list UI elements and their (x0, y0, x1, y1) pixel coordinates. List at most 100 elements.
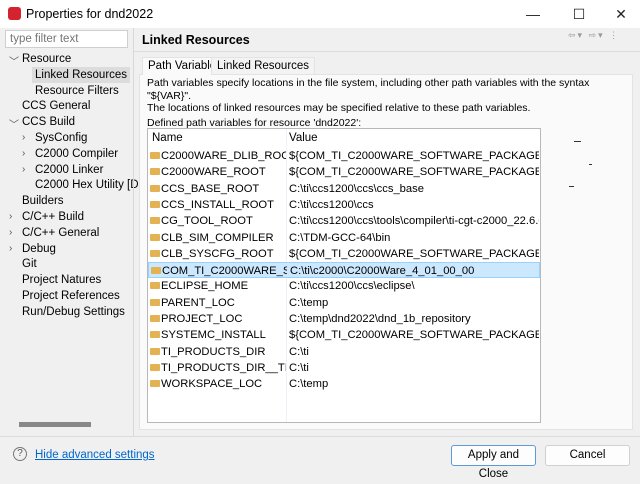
column-value[interactable]: Value (289, 129, 539, 147)
folder-icon (150, 363, 160, 371)
sidebar-item[interactable]: C/C++ Build (22, 209, 84, 225)
chevron-right-icon[interactable]: › (22, 148, 25, 159)
chevron-right-icon[interactable]: › (22, 132, 25, 143)
sidebar-scrollbar[interactable] (19, 422, 91, 427)
row-name: CCS_BASE_ROOT (150, 181, 286, 197)
sidebar-item[interactable]: C2000 Hex Utility [D (35, 177, 139, 193)
row-name-text: CG_TOOL_ROOT (161, 215, 253, 228)
help-icon[interactable]: ? (13, 447, 27, 461)
separator (0, 436, 640, 437)
table-header: Name Value (148, 129, 540, 147)
apply-and-close-button[interactable]: Apply and Close (451, 445, 536, 480)
sidebar-item[interactable]: C/C++ General (22, 225, 99, 241)
row-name: COM_TI_C2000WARE_SO... (151, 263, 287, 279)
sidebar-item[interactable]: Debug (22, 241, 56, 257)
table-row[interactable]: CCS_INSTALL_ROOT C:\ti\ccs1200\ccs (148, 197, 540, 213)
chevron-right-icon[interactable]: › (9, 227, 12, 238)
hide-advanced-settings-link[interactable]: Hide advanced settings (35, 449, 155, 461)
chevron-down-icon[interactable]: ﹀ (9, 116, 19, 131)
sidebar-item[interactable]: Resource (22, 51, 71, 67)
folder-icon (150, 380, 160, 388)
row-value: ${COM_TI_C2000WARE_SOFTWARE_PACKAGE_INST… (289, 150, 539, 162)
cancel-button[interactable]: Cancel (545, 445, 630, 466)
back-icon[interactable]: ⇦▾ (568, 30, 584, 40)
path-variables-table[interactable]: Name Value C2000WARE_DLIB_ROOT ${COM_TI_C… (147, 128, 541, 423)
table-row[interactable]: CLB_SIM_COMPILER C:\TDM-GCC-64\bin (148, 230, 540, 246)
description-line-1: Path variables specify locations in the … (147, 77, 590, 102)
row-name: C2000WARE_DLIB_ROOT (150, 148, 286, 164)
folder-icon (150, 315, 160, 322)
row-value: C:\ti\ccs1200\ccs (289, 198, 374, 211)
sidebar-item[interactable]: C2000 Linker (35, 162, 103, 178)
sidebar-item[interactable]: Git (22, 256, 37, 272)
row-value: ${COM_TI_C2000WARE_SOFTWARE_PACKAGE_INST… (289, 166, 539, 179)
row-value: ${COM_TI_C2000WARE_SOFTWARE_PACKAGE_INST… (289, 329, 539, 342)
chevron-right-icon[interactable]: › (9, 211, 12, 222)
row-name-text: PARENT_LOC (161, 296, 235, 309)
close-button[interactable]: ✕ (606, 4, 636, 24)
row-name: SYSTEMC_INSTALL (150, 327, 286, 343)
splitter[interactable] (133, 28, 134, 436)
row-value: C:\ti\ccs1200\ccs\eclipse\ (289, 280, 415, 293)
sidebar-item[interactable]: SysConfig (35, 130, 87, 146)
row-name: TI_PRODUCTS_DIR (150, 344, 286, 360)
sidebar-item[interactable]: CCS Build (22, 114, 75, 130)
table-row[interactable]: PARENT_LOC C:\temp (148, 295, 540, 311)
table-row[interactable]: COM_TI_C2000WARE_SO...C:\ti\c2000\C2000W… (148, 262, 540, 279)
row-name: CG_TOOL_ROOT (150, 213, 286, 229)
table-row[interactable]: ECLIPSE_HOME C:\ti\ccs1200\ccs\eclipse\ (148, 278, 540, 294)
dash-mark (589, 164, 592, 165)
chevron-right-icon[interactable]: › (9, 243, 12, 254)
row-name-text: C2000WARE_ROOT (161, 166, 266, 179)
row-name-text: TI_PRODUCTS_DIR (161, 345, 266, 358)
folder-icon (150, 331, 160, 339)
table-row[interactable]: TI_PRODUCTS_DIR__TIREXC:\ti (148, 360, 540, 376)
folder-icon (150, 233, 160, 241)
row-name-text: CLB_SIM_COMPILER (161, 231, 274, 244)
row-name-text: ECLIPSE_HOME (161, 280, 249, 293)
menu-icon[interactable]: ⋮ (609, 30, 620, 40)
row-value: ${COM_TI_C2000WARE_SOFTWARE_PACKAGE_INST… (289, 247, 539, 260)
table-row[interactable]: SYSTEMC_INSTALL ${COM_TI_C2000WARE_SOFTWA… (148, 327, 540, 343)
row-name-text: CCS_BASE_ROOT (161, 182, 260, 195)
window-title: Properties for dnd2022 (26, 7, 154, 21)
description-line-2: The locations of linked resources may be… (147, 102, 531, 114)
sidebar-item[interactable]: CCS General (22, 98, 90, 114)
table-row[interactable]: C2000WARE_ROOT ${COM_TI_C2000WARE_SOFTWAR… (148, 164, 540, 180)
table-row[interactable]: TI_PRODUCTS_DIR C:\ti (148, 344, 540, 360)
table-row[interactable]: C2000WARE_DLIB_ROOT ${COM_TI_C2000WARE_SO… (148, 148, 540, 164)
forward-icon[interactable]: ⇨▾ (589, 30, 605, 40)
sidebar-item[interactable]: Run/Debug Settings (22, 304, 125, 320)
column-name[interactable]: Name (152, 129, 288, 147)
app-icon (8, 7, 21, 20)
row-name-text: CLB_SYSCFG_ROOT (161, 247, 274, 260)
maximize-button[interactable]: ☐ (564, 4, 594, 24)
tab-linked-resources[interactable]: Linked Resources (211, 57, 316, 75)
table-row[interactable]: CG_TOOL_ROOT C:\ti\ccs1200\ccs\tools\comp… (148, 213, 540, 229)
sidebar-item[interactable]: C2000 Compiler (35, 146, 118, 162)
table-row[interactable]: CLB_SYSCFG_ROOT ${COM_TI_C2000WARE_SOFTWA… (148, 246, 540, 262)
sidebar-item[interactable]: Resource Filters (35, 83, 119, 99)
chevron-right-icon[interactable]: › (22, 164, 25, 175)
row-value: C:\TDM-GCC-64\bin (289, 231, 391, 244)
filter-input[interactable] (5, 30, 128, 48)
table-row[interactable]: PROJECT_LOC C:\temp\dnd2022\dnd_1b_reposi… (148, 311, 540, 327)
sidebar-item[interactable]: Project Natures (22, 272, 101, 288)
row-name-text: SYSTEMC_INSTALL (161, 329, 266, 342)
table-row[interactable]: CCS_BASE_ROOT C:\ti\ccs1200\ccs\ccs_base (148, 181, 540, 197)
row-name-text: TI_PRODUCTS_DIR__TIREX (161, 361, 286, 374)
sidebar-item[interactable]: Linked Resources (32, 66, 131, 83)
table-row[interactable]: WORKSPACE_LOC C:\temp (148, 376, 540, 392)
row-value: C:\ti\c2000\C2000Ware_4_01_00_00 (290, 265, 475, 278)
sidebar-item[interactable]: Project References (22, 288, 120, 304)
chevron-down-icon[interactable]: ﹀ (9, 53, 19, 68)
minimize-button[interactable]: — (518, 4, 548, 24)
row-name-text: PROJECT_LOC (161, 313, 243, 325)
folder-icon (150, 282, 160, 290)
folder-icon (150, 298, 160, 306)
sidebar-item[interactable]: Builders (22, 193, 64, 209)
row-name-text: C2000WARE_DLIB_ROOT (161, 150, 286, 162)
dash-mark (574, 141, 581, 142)
nav-buttons[interactable]: ⇦▾ ⇨▾ ⋮ (568, 30, 620, 41)
row-value: C:\ti\ccs1200\ccs\ccs_base (289, 182, 424, 195)
